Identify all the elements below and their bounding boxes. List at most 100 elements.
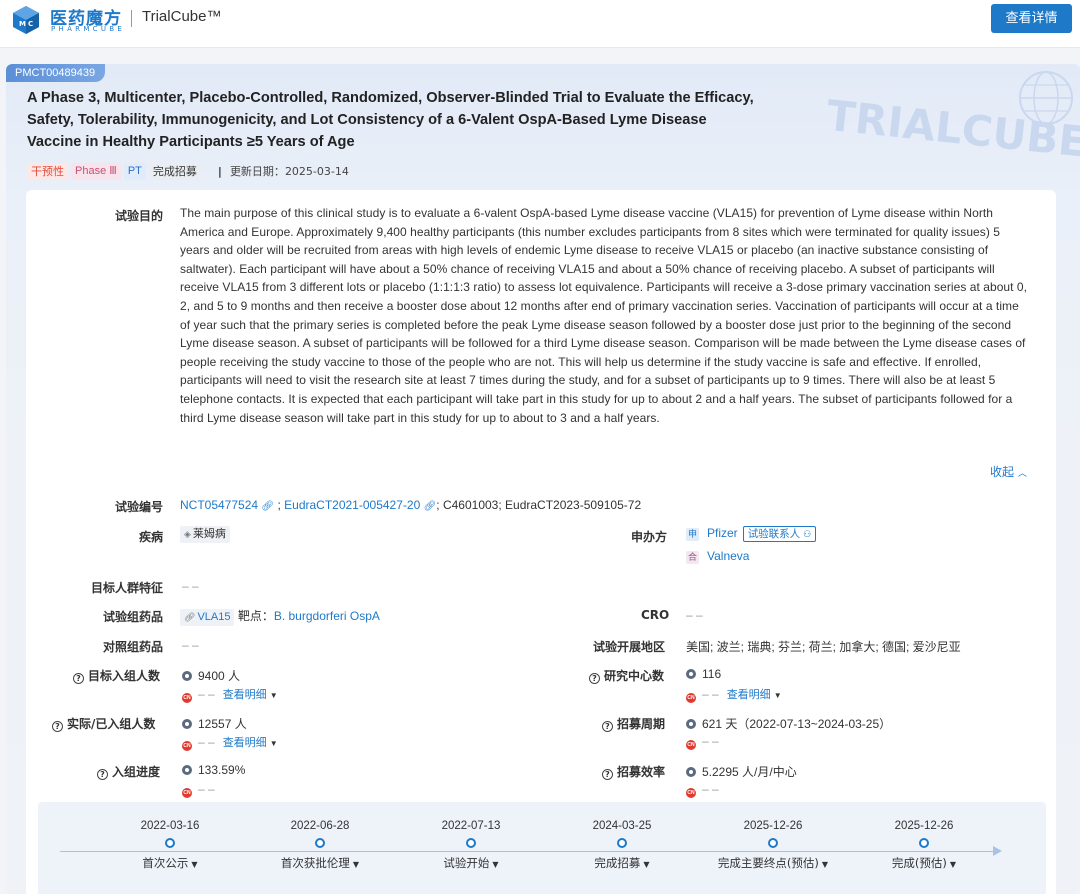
drug-chip[interactable]: 🔗︎ VLA15 <box>180 609 235 626</box>
globe-icon <box>182 671 192 681</box>
view-more-button[interactable]: 查看明细 ▼ <box>223 689 278 701</box>
milestone-date: 2025-12-26 <box>743 820 803 832</box>
trial-contact-button[interactable]: 试验联系人 ⚇ <box>742 526 817 542</box>
view-more-button[interactable]: 查看明细 ▼ <box>727 689 782 701</box>
link-icon: 🔗︎ <box>184 612 196 622</box>
actual-enroll-label-text: 实际/已入组人数 <box>67 717 156 731</box>
caret-down-icon: ▼ <box>269 739 278 748</box>
enroll-progress-value: 133.59% <box>182 763 245 777</box>
globe-icon <box>686 719 696 729</box>
trial-info-panel: 试验目的 The main purpose of this clinical s… <box>26 190 1056 894</box>
test-drug-value: 🔗︎ VLA15 靶点：B. burgdorferi OspA <box>180 607 380 626</box>
actual-enroll-label: ? 实际/已入组人数 <box>52 715 155 732</box>
centers-cn-value: – – <box>702 687 719 701</box>
globe-icon <box>182 719 192 729</box>
product-name: TrialCube™ <box>142 8 222 25</box>
milestone-label: 首次获批伦理 ▼ <box>260 855 380 871</box>
top-bar: M C 医药魔方 PHARMCUBE TrialCube™ 查看详情 <box>0 0 1080 48</box>
region-label: 试验开展地区 <box>593 640 666 654</box>
logo-divider <box>131 10 132 27</box>
caret-down-icon: ▼ <box>643 860 650 869</box>
disease-chip-label: 莱姆病 <box>192 528 226 540</box>
question-icon[interactable]: ? <box>602 721 613 732</box>
trial-no-link-nct[interactable]: NCT05477524 <box>180 498 258 512</box>
link-icon[interactable]: 🔗︎ <box>424 501 437 512</box>
enroll-progress-cn-value: – – <box>198 782 215 796</box>
recruit-period-value: 621 天（2022-07-13~2024-03-25） <box>686 715 891 732</box>
test-drug-label: 试验组药品 <box>103 610 164 624</box>
update-date: 2025-03-14 <box>284 164 349 178</box>
target-enroll-label-text: 目标入组人数 <box>88 669 161 683</box>
tag-intervention: 干预性 <box>27 162 68 180</box>
caret-down-icon: ▼ <box>773 691 782 700</box>
trial-no-separator: ; <box>277 498 281 512</box>
sponsor-1: 申 Pfizer 试验联系人 ⚇ <box>686 526 817 542</box>
centers-cn: CN – – 查看明细 ▼ <box>686 686 782 703</box>
recruit-efficiency-label: ? 招募效率 <box>602 763 665 780</box>
question-icon[interactable]: ? <box>97 769 108 780</box>
trial-no-value: NCT05477524 🔗︎ ; EudraCT2021-005427-20 🔗… <box>180 498 641 512</box>
caret-down-icon: ▼ <box>191 860 198 869</box>
china-flag-icon: CN <box>686 740 696 750</box>
person-icon: ⚇ <box>803 529 812 539</box>
target-enroll-global: 9400 人 <box>198 669 241 683</box>
cro-value: – – <box>686 608 703 622</box>
target-enroll-value: 9400 人 <box>182 667 240 684</box>
milestone-date: 2025-12-26 <box>894 820 954 832</box>
milestone-5[interactable]: 2025-12-26 完成主要终点(预估) ▼ <box>713 820 833 871</box>
view-more-button[interactable]: 查看明细 ▼ <box>223 737 278 749</box>
milestone-dot-icon <box>165 838 175 848</box>
recruit-efficiency-cn-value: – – <box>702 782 719 796</box>
target-enroll-cn: CN – – 查看明细 ▼ <box>182 686 278 703</box>
disease-value: ◈ 莱姆病 <box>180 526 230 543</box>
milestone-label-text: 试验开始 <box>443 856 490 870</box>
collaborator-tag-icon: 合 <box>686 551 699 564</box>
china-flag-icon: CN <box>686 693 696 703</box>
target-link[interactable]: B. burgdorferi OspA <box>274 609 380 623</box>
milestone-label-text: 首次获批伦理 <box>280 856 350 870</box>
tag-divider: | <box>217 164 222 178</box>
sponsor-valneva-link[interactable]: Valneva <box>707 549 749 563</box>
recruit-efficiency-cn: CN – – <box>686 782 719 798</box>
actual-enroll-global: 12557 人 <box>198 717 247 731</box>
milestone-label: 完成(预估) ▼ <box>864 855 984 871</box>
trial-card: PMCT00489439 TRIALCUBE A Phase 3, Multic… <box>6 64 1080 894</box>
enroll-progress-label-text: 入组进度 <box>112 765 161 779</box>
svg-text:C: C <box>28 20 33 28</box>
sponsor-tag-icon: 申 <box>686 528 699 541</box>
milestone-2[interactable]: 2022-06-28 首次获批伦理 ▼ <box>260 820 380 871</box>
sponsor-2: 合 Valneva <box>686 549 749 564</box>
actual-enroll-cn-value: – – <box>198 735 215 749</box>
caret-down-icon: ▼ <box>821 860 829 869</box>
sponsor-pfizer-link[interactable]: Pfizer <box>707 526 738 540</box>
question-icon[interactable]: ? <box>73 673 84 684</box>
disease-chip[interactable]: ◈ 莱姆病 <box>180 526 230 543</box>
trial-id-badge: PMCT00489439 <box>6 64 106 82</box>
milestone-1[interactable]: 2022-03-16 首次公示 ▼ <box>110 820 230 871</box>
control-drug-label: 对照组药品 <box>103 640 164 654</box>
trialcube-watermark-icon: TRIALCUBE <box>824 71 1080 158</box>
caret-down-icon: ▼ <box>492 860 499 869</box>
milestone-3[interactable]: 2022-07-13 试验开始 ▼ <box>411 820 531 871</box>
tag-pt: PT <box>123 162 146 180</box>
view-details-button[interactable]: 查看详情 <box>991 4 1072 33</box>
milestone-6[interactable]: 2025-12-26 完成(预估) ▼ <box>864 820 984 871</box>
milestone-4[interactable]: 2024-03-25 完成招募 ▼ <box>562 820 682 871</box>
trial-no-link-eudract[interactable]: EudraCT2021-005427-20 <box>284 498 420 512</box>
centers-label-text: 研究中心数 <box>604 669 665 683</box>
milestone-label-text: 完成(预估) <box>891 856 947 870</box>
globe-icon <box>686 669 696 679</box>
milestone-label-text: 完成主要终点(预估) <box>717 856 819 870</box>
question-icon[interactable]: ? <box>52 721 63 732</box>
question-icon[interactable]: ? <box>602 769 613 780</box>
trial-no-label: 试验编号 <box>115 500 164 514</box>
timeline-arrow-icon <box>993 846 1002 856</box>
china-flag-icon: CN <box>182 788 192 798</box>
update-date-label: 更新日期： <box>229 165 285 178</box>
question-icon[interactable]: ? <box>589 673 600 684</box>
collapse-button[interactable]: 收起 ︿ <box>990 463 1027 480</box>
link-icon[interactable]: 🔗︎ <box>261 501 274 512</box>
purpose-text: The main purpose of this clinical study … <box>180 206 1028 425</box>
tag-phase: Phase Ⅲ <box>71 162 121 180</box>
china-flag-icon: CN <box>182 741 192 751</box>
